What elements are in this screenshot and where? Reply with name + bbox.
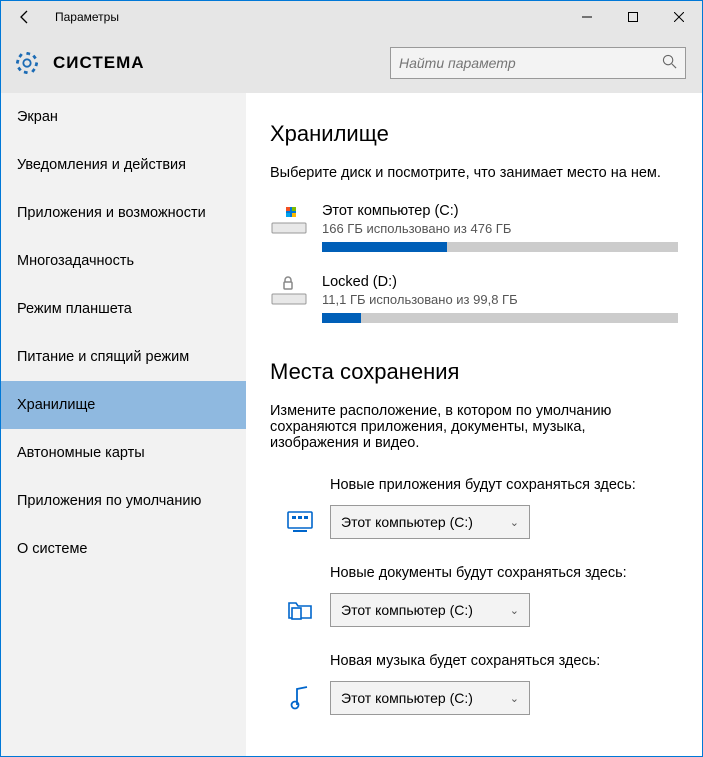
sidebar-item-display[interactable]: Экран — [1, 93, 246, 141]
sidebar-item-label: Приложения и возможности — [17, 205, 206, 221]
gear-icon — [13, 49, 41, 77]
sidebar-item-label: Многозадачность — [17, 253, 134, 269]
close-button[interactable] — [656, 1, 702, 33]
sidebar-item-label: Приложения по умолчанию — [17, 493, 201, 509]
search-icon — [662, 54, 677, 73]
sidebar-item-label: Уведомления и действия — [17, 157, 186, 173]
usage-bar — [322, 313, 678, 323]
minimize-button[interactable] — [564, 1, 610, 33]
sidebar-item-apps[interactable]: Приложения и возможности — [1, 189, 246, 237]
drive-name: Этот компьютер (C:) — [322, 203, 678, 219]
save-location-label: Новые документы будут сохраняться здесь: — [330, 565, 678, 581]
save-location-apps: Новые приложения будут сохраняться здесь… — [270, 477, 678, 539]
sidebar-item-default-apps[interactable]: Приложения по умолчанию — [1, 477, 246, 525]
header: СИСТЕМА — [1, 33, 702, 93]
sidebar-item-label: Экран — [17, 109, 58, 125]
back-button[interactable] — [1, 1, 49, 33]
save-location-label: Новые приложения будут сохраняться здесь… — [330, 477, 678, 493]
sidebar-item-label: Режим планшета — [17, 301, 132, 317]
sidebar-item-tablet[interactable]: Режим планшета — [1, 285, 246, 333]
sidebar-item-about[interactable]: О системе — [1, 525, 246, 573]
apps-icon — [270, 511, 330, 533]
save-location-label: Новая музыка будет сохраняться здесь: — [330, 653, 678, 669]
storage-heading: Хранилище — [270, 121, 678, 147]
documents-icon — [270, 599, 330, 621]
drive-name: Locked (D:) — [322, 274, 678, 290]
titlebar: Параметры — [1, 1, 702, 33]
section-title: СИСТЕМА — [53, 53, 145, 73]
main-content: Хранилище Выберите диск и посмотрите, чт… — [246, 93, 702, 756]
sidebar-item-multitasking[interactable]: Многозадачность — [1, 237, 246, 285]
documents-location-dropdown[interactable]: Этот компьютер (C:) ⌄ — [330, 593, 530, 627]
drive-usage: 11,1 ГБ использовано из 99,8 ГБ — [322, 292, 678, 307]
save-location-documents: Новые документы будут сохраняться здесь:… — [270, 565, 678, 627]
sidebar-item-label: Автономные карты — [17, 445, 145, 461]
drive-usage: 166 ГБ использовано из 476 ГБ — [322, 221, 678, 236]
usage-bar-fill — [322, 313, 361, 323]
save-locations-desc: Измените расположение, в котором по умол… — [270, 403, 678, 451]
drive-c-icon — [270, 205, 308, 243]
chevron-down-icon: ⌄ — [510, 604, 519, 617]
search-box[interactable] — [390, 47, 686, 79]
dropdown-value: Этот компьютер (C:) — [341, 602, 473, 618]
window-title: Параметры — [55, 10, 119, 24]
music-icon — [270, 685, 330, 711]
dropdown-value: Этот компьютер (C:) — [341, 690, 473, 706]
sidebar-item-offline-maps[interactable]: Автономные карты — [1, 429, 246, 477]
save-locations-heading: Места сохранения — [270, 359, 678, 385]
sidebar-item-storage[interactable]: Хранилище — [1, 381, 246, 429]
storage-desc: Выберите диск и посмотрите, что занимает… — [270, 165, 678, 181]
chevron-down-icon: ⌄ — [510, 516, 519, 529]
chevron-down-icon: ⌄ — [510, 692, 519, 705]
sidebar-item-notifications[interactable]: Уведомления и действия — [1, 141, 246, 189]
apps-location-dropdown[interactable]: Этот компьютер (C:) ⌄ — [330, 505, 530, 539]
sidebar-item-label: Питание и спящий режим — [17, 349, 189, 365]
sidebar-item-label: О системе — [17, 541, 87, 557]
save-location-music: Новая музыка будет сохраняться здесь: Эт… — [270, 653, 678, 715]
sidebar-item-label: Хранилище — [17, 397, 95, 413]
drive-d-icon — [270, 276, 308, 314]
usage-bar-fill — [322, 242, 447, 252]
sidebar: Экран Уведомления и действия Приложения … — [1, 93, 246, 756]
maximize-button[interactable] — [610, 1, 656, 33]
sidebar-item-power[interactable]: Питание и спящий режим — [1, 333, 246, 381]
music-location-dropdown[interactable]: Этот компьютер (C:) ⌄ — [330, 681, 530, 715]
dropdown-value: Этот компьютер (C:) — [341, 514, 473, 530]
drive-item[interactable]: Этот компьютер (C:) 166 ГБ использовано … — [270, 203, 678, 252]
search-input[interactable] — [399, 55, 662, 71]
drive-item[interactable]: Locked (D:) 11,1 ГБ использовано из 99,8… — [270, 274, 678, 323]
usage-bar — [322, 242, 678, 252]
